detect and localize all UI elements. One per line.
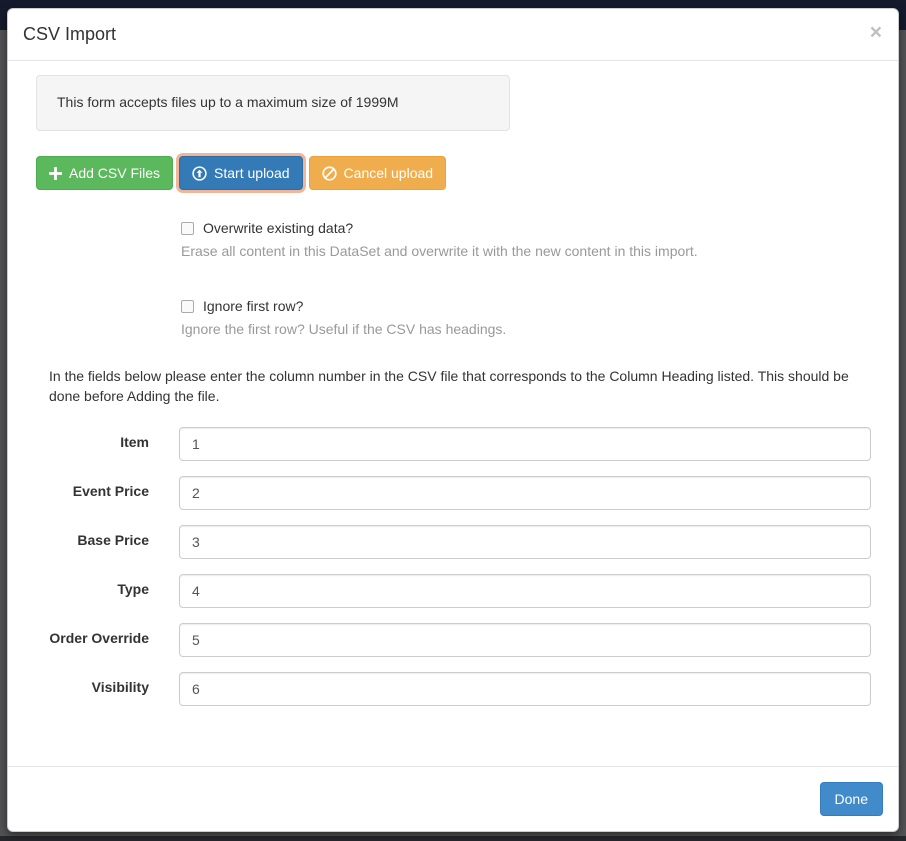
field-row-item: Item xyxy=(36,427,871,461)
ignore-first-row-checkbox-row[interactable]: Ignore first row? xyxy=(181,298,871,314)
overwrite-option-group: Overwrite existing data? Erase all conte… xyxy=(181,220,871,262)
start-upload-button[interactable]: Start upload xyxy=(179,156,303,190)
column-mapping-form: Item Event Price Base Price Type xyxy=(36,427,871,706)
overwrite-checkbox-label: Overwrite existing data? xyxy=(203,220,353,236)
visibility-field-label: Visibility xyxy=(36,672,149,706)
upload-toolbar: Add CSV Files Start upload xyxy=(36,156,871,190)
plus-icon xyxy=(49,167,62,180)
close-icon[interactable]: × xyxy=(870,22,882,43)
overwrite-checkbox[interactable] xyxy=(181,222,194,235)
cancel-upload-button[interactable]: Cancel upload xyxy=(309,156,447,190)
event-price-field-label: Event Price xyxy=(36,476,149,510)
ban-circle-icon xyxy=(322,166,337,181)
order-override-field-label: Order Override xyxy=(36,623,149,657)
start-upload-label: Start upload xyxy=(214,163,290,183)
modal-body: This form accepts files up to a maximum … xyxy=(8,61,898,766)
field-row-order-override: Order Override xyxy=(36,623,871,657)
ignore-first-row-checkbox-label: Ignore first row? xyxy=(203,298,303,314)
visibility-column-input[interactable] xyxy=(179,672,871,706)
page-backdrop-footer xyxy=(0,836,906,841)
ignore-first-row-option-group: Ignore first row? Ignore the first row? … xyxy=(181,298,871,340)
max-size-notice-text: This form accepts files up to a maximum … xyxy=(57,94,399,110)
field-row-type: Type xyxy=(36,574,871,608)
overwrite-help-text: Erase all content in this DataSet and ov… xyxy=(181,241,871,262)
ignore-first-row-checkbox[interactable] xyxy=(181,300,194,313)
overwrite-checkbox-row[interactable]: Overwrite existing data? xyxy=(181,220,871,236)
done-button[interactable]: Done xyxy=(820,782,883,816)
type-field-label: Type xyxy=(36,574,149,608)
base-price-field-label: Base Price xyxy=(36,525,149,559)
item-field-label: Item xyxy=(36,427,149,461)
event-price-column-input[interactable] xyxy=(179,476,871,510)
field-row-base-price: Base Price xyxy=(36,525,871,559)
add-csv-files-button[interactable]: Add CSV Files xyxy=(36,156,173,190)
order-override-column-input[interactable] xyxy=(179,623,871,657)
modal-footer: Done xyxy=(8,766,898,831)
field-row-event-price: Event Price xyxy=(36,476,871,510)
max-size-notice: This form accepts files up to a maximum … xyxy=(36,75,510,131)
column-mapping-instructions: In the fields below please enter the col… xyxy=(49,366,858,406)
csv-import-modal: CSV Import × This form accepts files up … xyxy=(7,8,899,832)
field-row-visibility: Visibility xyxy=(36,672,871,706)
ignore-first-row-help-text: Ignore the first row? Useful if the CSV … xyxy=(181,319,871,340)
modal-header: CSV Import × xyxy=(8,9,898,61)
add-csv-files-label: Add CSV Files xyxy=(69,163,160,183)
type-column-input[interactable] xyxy=(179,574,871,608)
item-column-input[interactable] xyxy=(179,427,871,461)
modal-title: CSV Import xyxy=(23,22,883,47)
upload-circle-icon xyxy=(192,166,207,181)
cancel-upload-label: Cancel upload xyxy=(344,163,434,183)
base-price-column-input[interactable] xyxy=(179,525,871,559)
